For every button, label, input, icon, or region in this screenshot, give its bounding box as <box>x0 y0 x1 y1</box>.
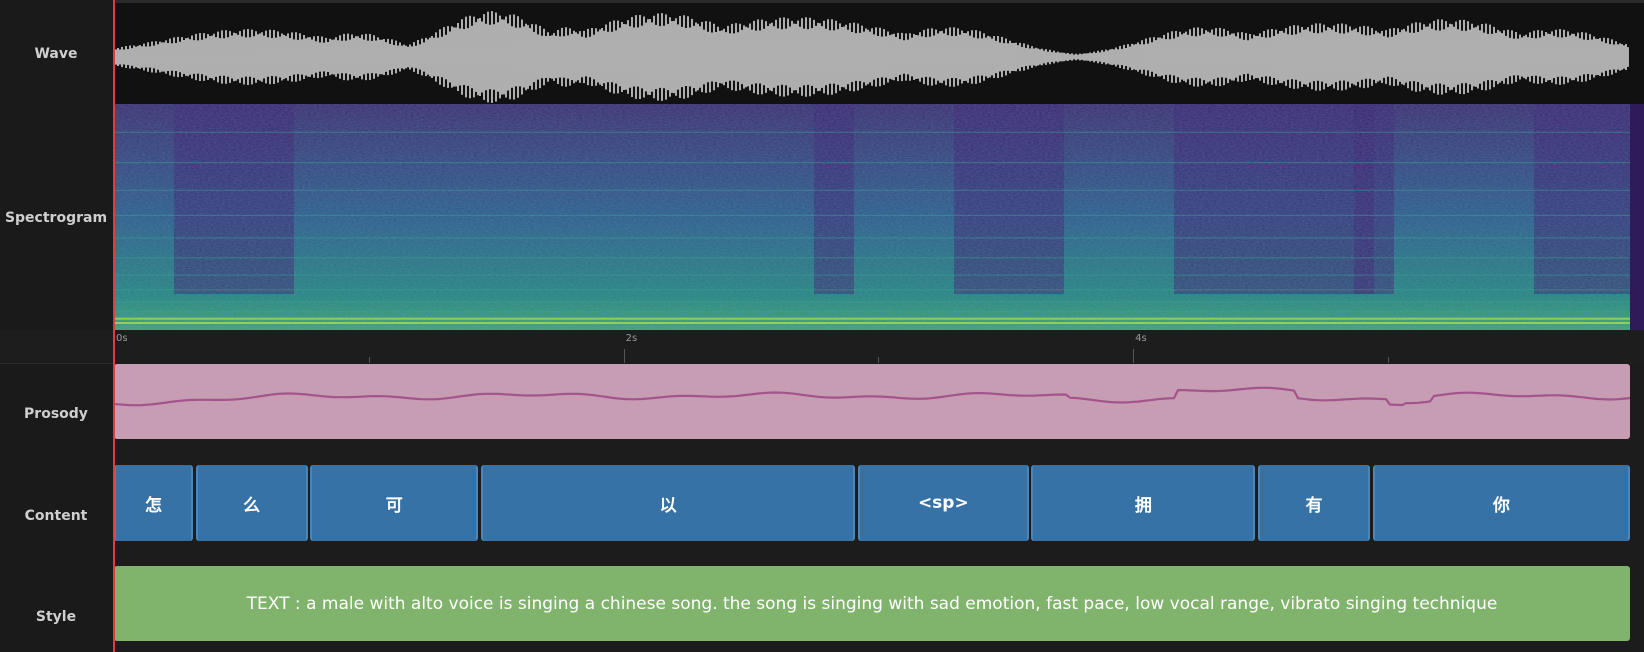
prosody-region[interactable] <box>113 364 1631 439</box>
content-segment[interactable]: 你 <box>1372 465 1630 541</box>
track-label-content: Content <box>24 508 88 524</box>
ruler-major-tick <box>1133 349 1135 363</box>
waveform-path <box>113 11 1629 103</box>
pitch-line <box>113 386 1631 407</box>
track-label-spectrogram: Spectrogram <box>4 210 108 226</box>
waveform-track[interactable] <box>113 0 1644 104</box>
content-segment[interactable]: 可 <box>310 465 479 541</box>
spectrogram-track[interactable] <box>114 104 1644 330</box>
ruler-major-tick <box>623 349 625 363</box>
content-track[interactable]: 怎么可以 <sp> 拥有你 <box>114 465 1644 566</box>
spectrogram <box>114 104 1630 330</box>
track-label-prosody: Prosody <box>24 406 88 422</box>
style-prompt-text: TEXT : a male with alto voice is singing… <box>246 593 1498 614</box>
playhead[interactable] <box>113 0 115 652</box>
content-segment[interactable]: 有 <box>1258 465 1371 541</box>
style-prompt-box[interactable]: TEXT : a male with alto voice is singing… <box>114 566 1630 641</box>
content-segment[interactable]: 怎 <box>114 465 193 541</box>
prosody-track[interactable] <box>113 363 1644 465</box>
ruler-tick-label: 2s <box>625 333 638 344</box>
style-track[interactable]: TEXT : a male with alto voice is singing… <box>114 566 1644 652</box>
track-label-style: Style <box>35 609 77 625</box>
ruler-tick-label: 0s <box>116 333 128 344</box>
ruler-tick-label: 4s <box>1135 333 1147 344</box>
ruler-spacer <box>0 330 114 364</box>
content-segment[interactable]: 拥 <box>1031 465 1256 541</box>
waveform <box>113 11 1629 103</box>
time-ruler[interactable]: 0s 2s 4s <box>114 330 1644 364</box>
pitch-contour <box>113 386 1631 407</box>
content-segment[interactable]: 以 <box>480 465 856 541</box>
track-sidebar: Wave Spectrogram Prosody Content Style <box>0 0 114 652</box>
content-segment[interactable]: 么 <box>195 465 308 541</box>
content-segment[interactable]: <sp> <box>857 465 1029 541</box>
track-label-wave: Wave <box>34 46 78 62</box>
